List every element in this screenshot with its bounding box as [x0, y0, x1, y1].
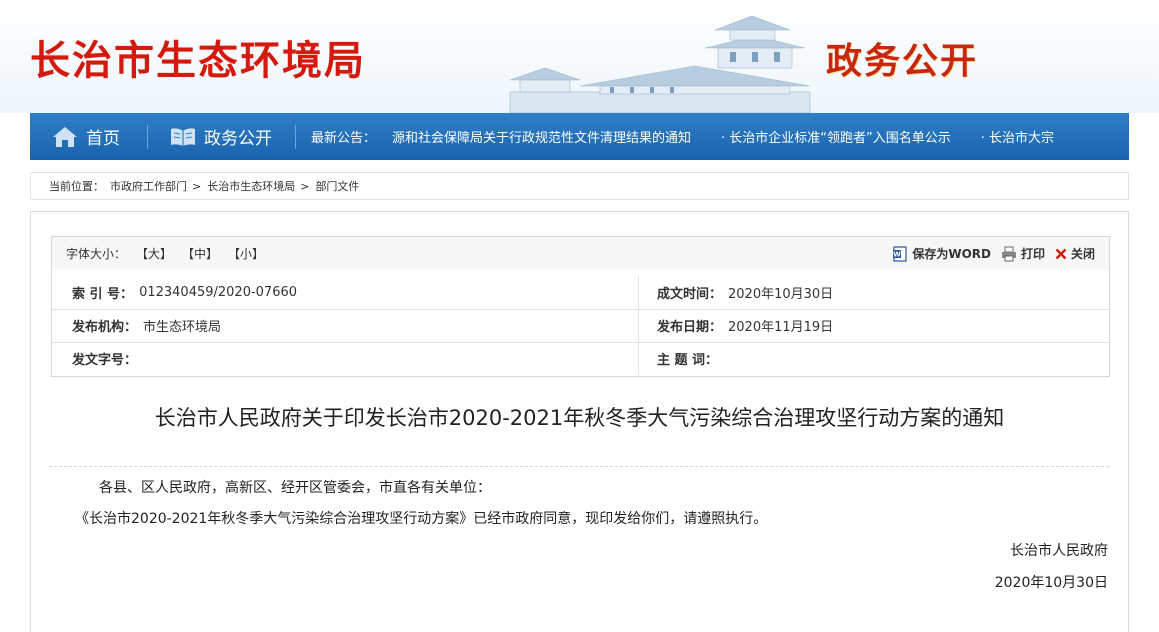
index-number-value: 012340459/2020-07660: [139, 285, 298, 300]
ticker-item[interactable]: · 长治市企业标准“领跑者”入围名单公示: [721, 127, 951, 146]
ticker-item[interactable]: 源和社会保障局关于行政规范性文件清理结果的通知: [392, 127, 691, 146]
nav-gov-label: 政务公开: [204, 129, 272, 149]
meta-row: 索 引 号： 012340459/2020-07660 成文时间： 2020年1…: [52, 276, 1109, 310]
title-divider: [49, 466, 1109, 467]
article-title: 长治市人民政府关于印发长治市2020-2021年秋冬季大气污染综合治理攻坚行动方…: [154, 406, 1005, 430]
print-label: 打印: [1020, 247, 1045, 261]
pavilion-illustration: [509, 15, 811, 113]
breadcrumb-link[interactable]: 市政府工作部门: [110, 178, 187, 194]
svg-text:W: W: [893, 250, 901, 258]
nav-divider: [295, 125, 296, 149]
article-toolbar: 字体大小： 【大】 【中】 【小】 W 保存为WORD 打印 关闭: [51, 236, 1110, 271]
content-panel: 字体大小： 【大】 【中】 【小】 W 保存为WORD 打印 关闭 索 引 号：…: [30, 211, 1129, 632]
printer-icon: [1001, 246, 1016, 261]
font-large-button[interactable]: 【大】: [136, 245, 172, 262]
site-name: 长治市生态环境局: [30, 38, 366, 84]
ticker-item[interactable]: · 长治市大宗: [981, 127, 1054, 146]
publisher-value: 市生态环境局: [143, 320, 222, 335]
meta-row: 发布机构： 市生态环境局 发布日期： 2020年11月19日: [52, 309, 1109, 343]
site-banner: 长治市生态环境局 政务公开: [0, 0, 1159, 113]
meta-row: 发文字号： 主 题 词：: [52, 342, 1109, 375]
publish-date-label: 发布日期：: [657, 320, 723, 335]
breadcrumb-separator: >: [192, 179, 202, 193]
article-date: 2020年10月30日: [994, 575, 1108, 591]
home-icon: [53, 126, 77, 147]
meta-cell: 索 引 号： 012340459/2020-07660: [52, 276, 638, 309]
word-doc-icon: W: [893, 245, 907, 262]
font-size-controls: 字体大小： 【大】 【中】 【小】: [66, 237, 264, 270]
nav-home[interactable]: 首页: [52, 113, 120, 160]
notice-ticker: 源和社会保障局关于行政规范性文件清理结果的通知 · 长治市企业标准“领跑者”入围…: [392, 113, 1129, 160]
save-word-label: 保存为WORD: [912, 247, 991, 261]
nav-home-label: 首页: [86, 129, 120, 149]
font-size-label: 字体大小：: [66, 247, 127, 261]
doc-number-label: 发文字号：: [72, 353, 138, 368]
article-signer: 长治市人民政府: [1010, 543, 1108, 559]
breadcrumb-separator: >: [300, 179, 310, 193]
close-icon: [1055, 248, 1067, 259]
publish-date-value: 2020年11月19日: [728, 320, 834, 335]
breadcrumb: 当前位置： 市政府工作部门 > 长治市生态环境局 > 部门文件: [30, 172, 1129, 200]
nav-divider: [147, 125, 148, 149]
meta-cell: 发布机构： 市生态环境局: [52, 309, 638, 342]
meta-cell: 成文时间： 2020年10月30日: [638, 276, 1109, 309]
close-button[interactable]: 关闭: [1055, 245, 1095, 262]
book-icon: [171, 127, 195, 146]
subject-label: 主 题 词：: [657, 353, 719, 368]
article-salutation: 各县、区人民政府，高新区、经开区管委会，市直各有关单位：: [99, 480, 491, 496]
font-small-button[interactable]: 【小】: [228, 245, 264, 262]
created-date-value: 2020年10月30日: [728, 287, 834, 302]
breadcrumb-link[interactable]: 部门文件: [315, 178, 359, 194]
banner-slogan: 政务公开: [826, 41, 979, 82]
article-body: 《长治市2020-2021年秋冬季大气污染综合治理攻坚行动方案》已经市政府同意，…: [75, 511, 768, 527]
article-tools: W 保存为WORD 打印 关闭: [882, 237, 1095, 270]
meta-cell: 主 题 词：: [638, 342, 1109, 375]
index-number-label: 索 引 号：: [72, 287, 134, 302]
meta-cell: 发布日期： 2020年11月19日: [638, 309, 1109, 342]
print-button[interactable]: 打印: [1001, 245, 1045, 262]
publisher-label: 发布机构：: [72, 320, 138, 335]
meta-cell: 发文字号：: [52, 342, 638, 375]
document-metadata: 索 引 号： 012340459/2020-07660 成文时间： 2020年1…: [51, 269, 1110, 377]
notice-label: 最新公告：: [311, 131, 377, 146]
breadcrumb-label: 当前位置：: [49, 180, 104, 193]
close-label: 关闭: [1070, 247, 1095, 261]
main-nav: 首页 政务公开 最新公告： 源和社会保障局关于行政规范性文件清理结果的通知 · …: [30, 113, 1129, 160]
font-medium-button[interactable]: 【中】: [182, 245, 218, 262]
save-word-button[interactable]: W 保存为WORD: [892, 245, 991, 262]
created-date-label: 成文时间：: [657, 287, 723, 302]
nav-gov-affairs[interactable]: 政务公开: [170, 113, 272, 160]
breadcrumb-link[interactable]: 长治市生态环境局: [207, 178, 295, 194]
